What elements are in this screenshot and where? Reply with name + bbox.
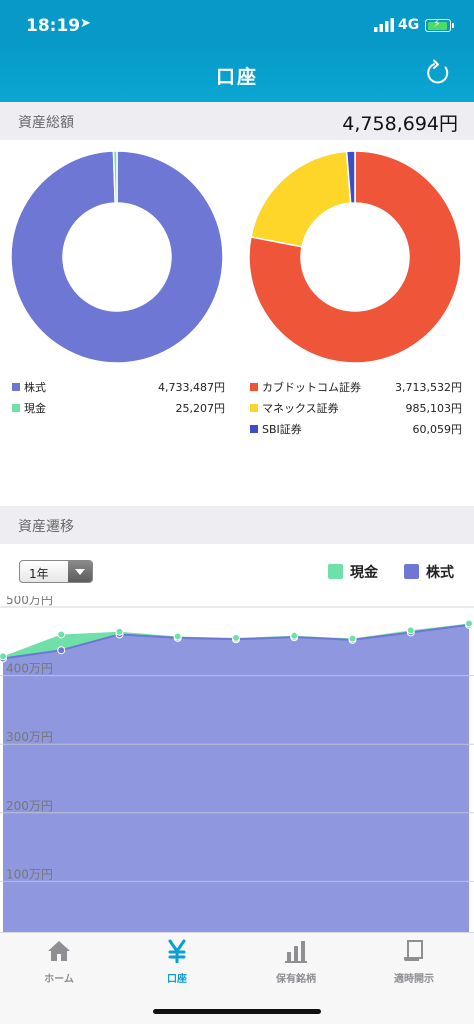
y-tick-label: 500万円 xyxy=(6,596,53,607)
tab-label: 適時開示 xyxy=(394,974,434,985)
y-tick-label: 400万円 xyxy=(6,662,53,676)
home-indicator xyxy=(153,1009,321,1014)
legend-swatch xyxy=(250,383,258,391)
total-assets-label: 資産総額 xyxy=(18,115,74,131)
tab-holdings[interactable]: 保有銘柄 xyxy=(237,933,355,993)
legend-swatch xyxy=(328,564,343,579)
cash-point xyxy=(290,631,299,640)
legend-item-sbi: SBI証券 60,059円 xyxy=(250,421,462,442)
legend-swatch xyxy=(250,404,258,412)
chevron-down-icon xyxy=(68,561,92,582)
asset-history-label: 資産遷移 xyxy=(18,519,74,535)
legend-value: 25,207円 xyxy=(175,402,226,415)
donut-slice xyxy=(250,150,352,248)
period-select[interactable]: 1年 xyxy=(19,560,93,583)
legend-item-monex: マネックス証券 985,103円 xyxy=(250,400,462,421)
y-tick-label: 200万円 xyxy=(6,799,53,813)
asset-history-header: 資産遷移 xyxy=(0,506,474,544)
legend-name: カブドットコム証券 xyxy=(262,381,361,394)
broker-legend: カブドットコム証券 3,713,532円 マネックス証券 985,103円 SB… xyxy=(250,379,462,442)
cash-point xyxy=(465,619,473,628)
broker-donut-chart xyxy=(248,150,462,364)
tab-label: ホーム xyxy=(44,974,74,985)
legend-swatch xyxy=(250,425,258,433)
tab-account[interactable]: 口座 xyxy=(118,933,236,993)
asset-type-legend: 株式 4,733,487円 現金 25,207円 xyxy=(12,379,225,421)
yen-icon xyxy=(168,939,186,963)
legend-name: 株式 xyxy=(426,565,454,581)
status-time: 18:19 xyxy=(26,16,81,36)
cellular-signal-icon xyxy=(374,18,394,32)
refresh-icon[interactable] xyxy=(424,59,452,87)
stock-point xyxy=(57,646,66,655)
tab-disclosure[interactable]: 適時開示 xyxy=(355,933,473,993)
legend-name: 株式 xyxy=(24,381,46,394)
tab-label: 保有銘柄 xyxy=(276,974,316,985)
y-tick-label: 300万円 xyxy=(6,730,53,744)
legend-item-cash: 現金 25,207円 xyxy=(12,400,225,421)
legend-value: 4,733,487円 xyxy=(158,381,225,394)
legend-name: マネックス証券 xyxy=(262,402,339,415)
cash-point xyxy=(173,632,182,641)
legend-item-kabucom: カブドットコム証券 3,713,532円 xyxy=(250,379,462,400)
tab-label: 口座 xyxy=(167,974,187,985)
cash-point xyxy=(115,627,124,636)
y-tick-label: 100万円 xyxy=(6,867,53,881)
legend-swatch xyxy=(12,383,20,391)
legend-value: 3,713,532円 xyxy=(395,381,462,394)
total-assets-header: 資産総額 4,758,694円 xyxy=(0,102,474,140)
total-assets-value: 4,758,694円 xyxy=(342,113,458,135)
battery-icon: ⚡ xyxy=(425,17,454,32)
legend-name: 現金 xyxy=(24,402,46,415)
cash-point xyxy=(57,630,66,639)
legend-value: 60,059円 xyxy=(412,423,463,436)
cash-point xyxy=(0,652,7,661)
document-icon xyxy=(404,940,423,961)
legend-swatch xyxy=(12,404,20,412)
page-title: 口座 xyxy=(215,66,258,88)
asset-type-donut-chart xyxy=(10,150,224,364)
network-type: 4G xyxy=(398,17,420,33)
legend-value: 985,103円 xyxy=(405,402,463,415)
bar-chart-icon xyxy=(285,941,307,963)
status-bar: 18:19 ➤ 4G ⚡ xyxy=(0,0,474,44)
stock-area xyxy=(3,624,469,932)
cash-point xyxy=(348,634,357,643)
location-arrow-icon: ➤ xyxy=(80,16,91,31)
nav-bar: 口座 xyxy=(0,44,474,102)
cash-point xyxy=(406,626,415,635)
legend-item-stock: 株式 4,733,487円 xyxy=(12,379,225,400)
home-icon xyxy=(48,941,70,961)
cash-point xyxy=(232,633,240,642)
legend-name: SBI証券 xyxy=(262,423,302,436)
asset-history-area-chart: 100万円 200万円 300万円 400万円 500万円 xyxy=(0,596,474,932)
period-select-value: 1年 xyxy=(29,567,49,581)
legend-name: 現金 xyxy=(350,565,378,581)
legend-swatch xyxy=(404,564,419,579)
tab-home[interactable]: ホーム xyxy=(0,933,118,993)
